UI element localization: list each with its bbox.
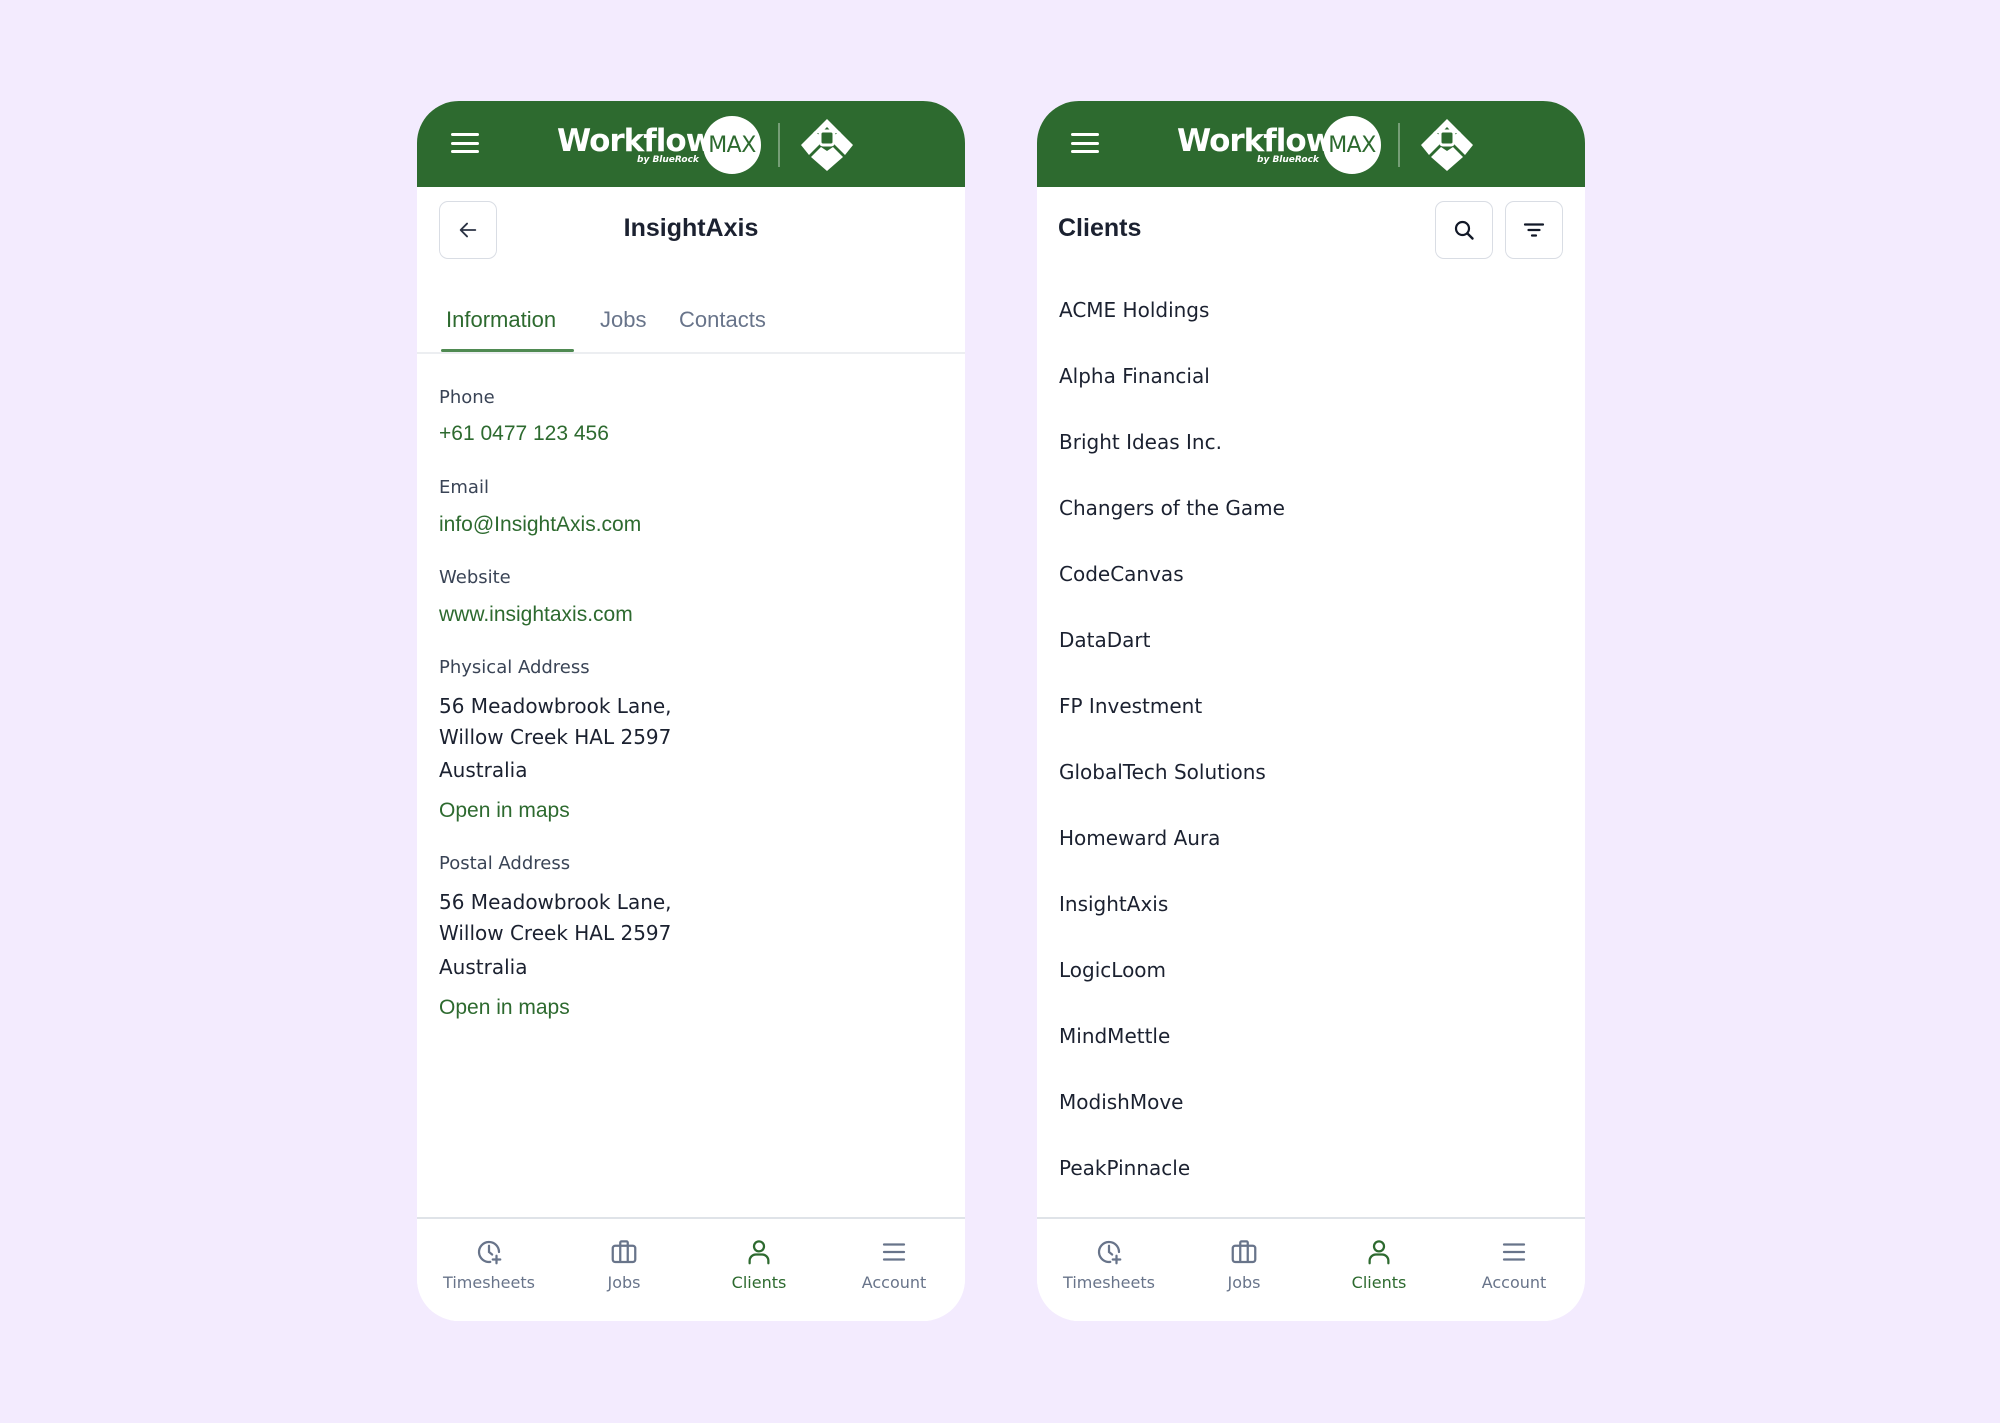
user-icon — [748, 1240, 770, 1265]
nav-clients[interactable]: Clients — [699, 1237, 819, 1292]
nav-account-label: Account — [861, 1273, 927, 1292]
client-detail-screen: Workflow by BlueRock MAX InsightAxis Inf… — [417, 101, 965, 1321]
postal-address-line: Australia — [439, 955, 528, 979]
client-list-item[interactable]: ACME Holdings — [1059, 298, 1559, 322]
client-list-item[interactable]: GlobalTech Solutions — [1059, 760, 1559, 784]
filter-icon — [1523, 223, 1545, 237]
hamburger-icon-bar — [451, 141, 479, 145]
bottom-navigation: Timesheets Jobs Clients Account — [417, 1217, 965, 1321]
physical-address-line: Australia — [439, 758, 528, 782]
client-list-item[interactable]: InsightAxis — [1059, 892, 1559, 916]
nav-clients[interactable]: Clients — [1319, 1237, 1439, 1292]
bottom-navigation: Timesheets Jobs Clients Account — [1037, 1217, 1585, 1321]
bluerock-logo-icon — [1421, 119, 1473, 171]
nav-timesheets[interactable]: Timesheets — [429, 1237, 549, 1292]
postal-address-line: Willow Creek HAL 2597 — [439, 921, 672, 945]
bluerock-logo-icon — [801, 119, 853, 171]
logo-max-badge: MAX — [703, 116, 761, 174]
nav-jobs[interactable]: Jobs — [564, 1237, 684, 1292]
website-link[interactable]: www.insightaxis.com — [439, 603, 633, 627]
hamburger-menu-button[interactable] — [451, 131, 479, 155]
tab-jobs[interactable]: Jobs — [600, 307, 646, 351]
tab-information[interactable]: Information — [446, 307, 556, 351]
search-icon — [1454, 220, 1474, 240]
workflowmax-logo: Workflow by BlueRock MAX — [1177, 115, 1477, 174]
nav-clients-label: Clients — [1351, 1273, 1407, 1292]
clients-list-screen: Workflow by BlueRock MAX Clients ACME Ho… — [1037, 101, 1585, 1321]
briefcase-icon — [1231, 1240, 1257, 1264]
app-header: Workflow by BlueRock MAX — [1037, 101, 1585, 187]
logo-wordmark: Workflow — [557, 123, 714, 159]
nav-jobs-label: Jobs — [1227, 1273, 1261, 1292]
logo-tagline: by BlueRock — [637, 155, 699, 165]
client-list-item[interactable]: MindMettle — [1059, 1024, 1559, 1048]
user-icon — [1368, 1240, 1390, 1265]
physical-address-label: Physical Address — [439, 657, 590, 678]
nav-timesheets-label: Timesheets — [1063, 1273, 1155, 1292]
hamburger-icon-bar — [451, 150, 479, 153]
client-list-item[interactable]: ModishMove — [1059, 1090, 1559, 1114]
filter-button[interactable] — [1505, 201, 1563, 259]
nav-jobs[interactable]: Jobs — [1184, 1237, 1304, 1292]
postal-address-open-in-maps-link[interactable]: Open in maps — [439, 996, 570, 1020]
tab-bar: Information Jobs Contacts — [417, 297, 965, 354]
client-list-item[interactable]: FP Investment — [1059, 694, 1559, 718]
email-link[interactable]: info@InsightAxis.com — [439, 513, 641, 537]
hamburger-menu-button[interactable] — [1071, 131, 1099, 155]
briefcase-icon — [611, 1240, 637, 1264]
page-title: Clients — [1058, 214, 1142, 242]
client-list-item[interactable]: Changers of the Game — [1059, 496, 1559, 520]
menu-icon — [1502, 1243, 1526, 1261]
nav-timesheets-label: Timesheets — [443, 1273, 535, 1292]
nav-account-label: Account — [1481, 1273, 1547, 1292]
client-list-item[interactable]: Homeward Aura — [1059, 826, 1559, 850]
workflowmax-logo: Workflow by BlueRock MAX — [557, 115, 857, 174]
physical-address-line: 56 Meadowbrook Lane, — [439, 694, 672, 718]
search-button[interactable] — [1435, 201, 1493, 259]
hamburger-icon-bar — [451, 133, 479, 136]
logo-wordmark: Workflow — [1177, 123, 1334, 159]
postal-address-line: 56 Meadowbrook Lane, — [439, 890, 672, 914]
nav-account[interactable]: Account — [1454, 1237, 1574, 1292]
hamburger-icon-bar — [1071, 133, 1099, 136]
nav-jobs-label: Jobs — [607, 1273, 641, 1292]
app-header: Workflow by BlueRock MAX — [417, 101, 965, 187]
logo-tagline: by BlueRock — [1257, 155, 1319, 165]
nav-timesheets[interactable]: Timesheets — [1049, 1237, 1169, 1292]
tab-contacts[interactable]: Contacts — [679, 307, 766, 351]
nav-account[interactable]: Account — [834, 1237, 954, 1292]
client-list-item[interactable]: Alpha Financial — [1059, 364, 1559, 388]
client-list-item[interactable]: PeakPinnacle — [1059, 1156, 1559, 1180]
hamburger-icon-bar — [1071, 141, 1099, 145]
client-list-item[interactable]: CodeCanvas — [1059, 562, 1559, 586]
client-list-item[interactable]: LogicLoom — [1059, 958, 1559, 982]
clock-plus-icon — [477, 1240, 502, 1265]
hamburger-icon-bar — [1071, 150, 1099, 153]
phone-label: Phone — [439, 387, 495, 408]
email-label: Email — [439, 477, 489, 498]
page-title: InsightAxis — [623, 214, 759, 242]
postal-address-label: Postal Address — [439, 853, 571, 874]
nav-clients-label: Clients — [731, 1273, 787, 1292]
logo-divider — [778, 123, 780, 167]
website-label: Website — [439, 567, 511, 588]
physical-address-line: Willow Creek HAL 2597 — [439, 725, 672, 749]
client-list-item[interactable]: Bright Ideas Inc. — [1059, 430, 1559, 454]
physical-address-open-in-maps-link[interactable]: Open in maps — [439, 799, 570, 823]
phone-link[interactable]: +61 0477 123 456 — [439, 422, 609, 446]
client-list-item[interactable]: DataDart — [1059, 628, 1559, 652]
clock-plus-icon — [1097, 1240, 1122, 1265]
logo-max-badge: MAX — [1323, 116, 1381, 174]
active-tab-indicator — [441, 349, 574, 352]
menu-icon — [882, 1243, 906, 1261]
logo-divider — [1398, 123, 1400, 167]
